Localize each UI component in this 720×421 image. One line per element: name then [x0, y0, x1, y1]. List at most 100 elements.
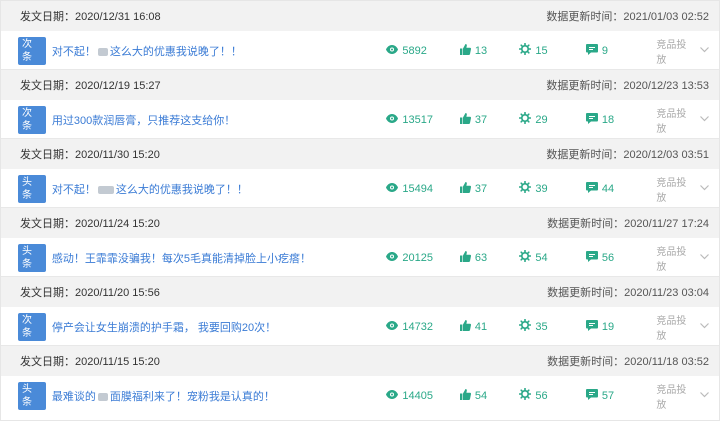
article-title-link[interactable]: 对不起！ 这么大的优惠我说晚了！！ — [52, 43, 387, 59]
article-header: 发文日期：2020/11/24 15:20 数据更新时间：2020/11/27 1… — [1, 208, 719, 238]
shares-stat: 15 — [519, 42, 586, 58]
views-stat: 14732 — [386, 320, 459, 333]
article-header: 发文日期：2020/11/15 15:20 数据更新时间：2020/11/18 0… — [1, 346, 719, 376]
article-title-link[interactable]: 停产会让女生崩溃的护手霜， 我要回购20次！ — [52, 319, 387, 335]
chevron-down-icon — [696, 321, 709, 332]
article-row: 头条 感动！王霏霏没骗我！每次5毛真能清掉脸上小疙瘩！ 20125 63 54 56 竞品投… — [1, 238, 719, 277]
eye-icon — [386, 389, 402, 402]
eye-icon — [386, 320, 402, 333]
views-stat: 20125 — [386, 251, 459, 264]
eye-icon — [386, 251, 402, 264]
chevron-down-icon — [696, 390, 709, 401]
update-time: 数据更新时间：2020/12/03 03:51 — [546, 149, 709, 161]
likes-stat: 63 — [459, 250, 520, 265]
article-header: 发文日期：2020/11/30 15:20 数据更新时间：2020/12/03 0… — [1, 139, 719, 169]
update-time: 数据更新时间：2020/12/23 13:53 — [546, 80, 709, 92]
blurred-emoji — [97, 392, 108, 401]
eye-icon — [386, 113, 402, 126]
article-entry: 发文日期：2020/11/20 15:56 数据更新时间：2020/11/23 0… — [1, 277, 719, 346]
publish-date: 发文日期：2020/11/24 15:20 — [20, 218, 160, 230]
comment-icon — [585, 319, 602, 334]
article-row: 头条 对不起！ 这么大的优惠我说晚了！！ 15494 37 39 44 竞品投放 — [1, 169, 719, 208]
publish-date: 发文日期：2020/12/19 15:27 — [20, 80, 161, 92]
competitor-ads-dropdown[interactable]: 竞品投放 — [656, 36, 709, 66]
article-row: 次条 对不起！ 这么大的优惠我说晚了！！ 5892 13 15 9 竞品投放 — [1, 31, 719, 70]
chevron-down-icon — [696, 183, 709, 194]
article-title-text: 感动！王霏霏没骗我！每次5毛真能清掉脸上小疙瘩！ — [51, 252, 311, 265]
update-time: 数据更新时间：2020/11/18 03:52 — [547, 356, 709, 368]
shares-stat: 39 — [519, 180, 586, 196]
article-title-text: 这么大的优惠我说晚了！！ — [115, 183, 248, 196]
thumbs-up-icon — [459, 250, 475, 265]
likes-stat: 37 — [459, 112, 520, 127]
article-title-text: 这么大的优惠我说晚了！！ — [109, 45, 242, 58]
comment-icon — [585, 43, 602, 58]
article-header: 发文日期：2020/11/20 15:56 数据更新时间：2020/11/23 0… — [1, 277, 719, 307]
article-title-link[interactable]: 感动！王霏霏没骗我！每次5毛真能清掉脸上小疙瘩！ — [52, 250, 387, 266]
views-stat: 14405 — [386, 389, 459, 402]
competitor-ads-dropdown[interactable]: 竞品投放 — [656, 105, 709, 135]
views-stat: 13517 — [386, 113, 459, 126]
update-time: 数据更新时间：2021/01/03 02:52 — [546, 11, 709, 23]
article-entry: 发文日期：2020/11/24 15:20 数据更新时间：2020/11/27 1… — [1, 208, 719, 277]
article-entry: 发文日期：2020/11/30 15:20 数据更新时间：2020/12/03 0… — [1, 139, 719, 208]
article-row: 次条 用过300款润唇膏，只推荐这支给你！ 13517 37 29 18 竞品投放 — [1, 100, 719, 139]
gear-icon — [519, 180, 535, 196]
article-row: 头条 最难谈的 面膜福利来了！宠粉我是认真的！ 14405 54 56 57 竞品投放 — [1, 376, 719, 415]
article-title-text: 最难谈的 — [51, 390, 96, 403]
comments-stat: 18 — [585, 112, 656, 127]
thumbs-up-icon — [459, 181, 475, 196]
article-title-link[interactable]: 最难谈的 面膜福利来了！宠粉我是认真的！ — [52, 388, 387, 404]
article-entry: 发文日期：2020/12/31 16:08 数据更新时间：2021/01/03 0… — [1, 1, 719, 70]
article-title-link[interactable]: 对不起！ 这么大的优惠我说晚了！！ — [52, 181, 387, 197]
gear-icon — [519, 111, 535, 127]
likes-stat: 13 — [459, 43, 520, 58]
article-header: 发文日期：2020/12/19 15:27 数据更新时间：2020/12/23 1… — [1, 70, 719, 100]
article-title-text: 对不起！ — [51, 45, 96, 58]
comment-icon — [585, 181, 602, 196]
publish-date: 发文日期：2020/12/31 16:08 — [20, 11, 161, 23]
article-row: 次条 停产会让女生崩溃的护手霜， 我要回购20次！ 14732 41 35 19 竞品投放 — [1, 307, 719, 346]
gear-icon — [519, 387, 535, 403]
publish-date: 发文日期：2020/11/30 15:20 — [20, 149, 160, 161]
competitor-ads-dropdown[interactable]: 竞品投放 — [656, 312, 709, 342]
comments-stat: 56 — [585, 250, 656, 265]
article-title-link[interactable]: 用过300款润唇膏，只推荐这支给你！ — [52, 112, 387, 128]
comment-icon — [585, 250, 602, 265]
shares-stat: 29 — [519, 111, 586, 127]
gear-icon — [519, 318, 535, 334]
chevron-down-icon — [696, 45, 709, 56]
thumbs-up-icon — [459, 388, 475, 403]
chevron-down-icon — [696, 252, 709, 263]
gear-icon — [519, 42, 535, 58]
gear-icon — [519, 249, 535, 265]
article-title-text: 对不起！ — [51, 183, 96, 196]
position-tag: 头条 — [18, 243, 46, 272]
shares-stat: 54 — [519, 249, 586, 265]
publish-date: 发文日期：2020/11/20 15:56 — [20, 287, 160, 299]
eye-icon — [386, 182, 402, 195]
article-title-text: 面膜福利来了！宠粉我是认真的！ — [109, 390, 275, 403]
comment-icon — [585, 388, 602, 403]
likes-stat: 54 — [459, 388, 520, 403]
views-stat: 15494 — [386, 182, 459, 195]
article-title-text: 用过300款润唇膏，只推荐这支给你！ — [51, 114, 236, 127]
eye-icon — [386, 44, 402, 57]
likes-stat: 41 — [459, 319, 520, 334]
position-tag: 头条 — [18, 381, 46, 410]
position-tag: 次条 — [18, 312, 46, 341]
competitor-ads-dropdown[interactable]: 竞品投放 — [656, 174, 709, 204]
comments-stat: 44 — [585, 181, 656, 196]
shares-stat: 56 — [519, 387, 586, 403]
views-stat: 5892 — [386, 44, 459, 57]
article-entry: 发文日期：2020/12/19 15:27 数据更新时间：2020/12/23 1… — [1, 70, 719, 139]
position-tag: 次条 — [18, 105, 46, 134]
update-time: 数据更新时间：2020/11/23 03:04 — [547, 287, 709, 299]
comments-stat: 57 — [585, 388, 656, 403]
thumbs-up-icon — [459, 319, 475, 334]
thumbs-up-icon — [459, 43, 475, 58]
competitor-ads-dropdown[interactable]: 竞品投放 — [656, 243, 709, 273]
article-title-text: 停产会让女生崩溃的护手霜， 我要回购20次！ — [51, 321, 277, 334]
competitor-ads-dropdown[interactable]: 竞品投放 — [656, 381, 709, 411]
article-entry: 发文日期：2020/11/15 15:20 数据更新时间：2020/11/18 0… — [1, 346, 719, 415]
